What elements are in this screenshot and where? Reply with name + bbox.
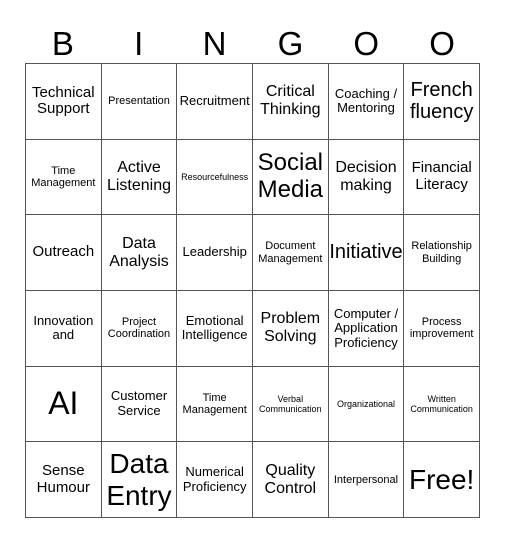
- header-letter: O: [429, 25, 455, 62]
- bingo-cell[interactable]: Coaching / Mentoring: [328, 64, 405, 140]
- bingo-cell[interactable]: Verbal Communication: [252, 366, 329, 443]
- bingo-cell[interactable]: Resourcefulness: [177, 139, 253, 216]
- header-letter: N: [202, 25, 227, 62]
- bingo-cell[interactable]: Time Management: [177, 366, 253, 443]
- header-letter: O: [353, 25, 380, 62]
- bingo-grid: Technical Support Presentation Recruitment…: [25, 63, 480, 518]
- bingo-cell[interactable]: Free!: [404, 442, 480, 518]
- bingo-cell[interactable]: Organizational: [328, 366, 405, 443]
- bingo-cell[interactable]: Recruitment: [177, 64, 253, 140]
- bingo-cell[interactable]: Problem Solving: [252, 290, 329, 367]
- bingo-cell[interactable]: Interpersonal: [328, 442, 405, 518]
- bingo-cell[interactable]: Initiative: [328, 215, 405, 291]
- bingo-cell[interactable]: AI: [26, 366, 102, 443]
- bingo-cell[interactable]: Document Management: [252, 215, 329, 291]
- bingo-cell[interactable]: French fluency: [404, 64, 480, 140]
- bingo-cell[interactable]: Critical Thinking: [252, 64, 329, 140]
- bingo-cell[interactable]: Social Media: [252, 139, 329, 216]
- bingo-cell[interactable]: Project Coordination: [101, 290, 178, 367]
- bingo-cell[interactable]: Numerical Proficiency: [177, 442, 253, 518]
- bingo-cell[interactable]: Written Communication: [404, 366, 480, 443]
- bingo-cell[interactable]: Financial Literacy: [404, 139, 480, 216]
- bingo-cell[interactable]: Decision making: [328, 139, 405, 216]
- bingo-cell[interactable]: Active Listening: [101, 139, 178, 216]
- bingo-cell[interactable]: Data Analysis: [101, 215, 178, 291]
- header-letter: I: [134, 25, 144, 62]
- bingo-cell[interactable]: Outreach: [26, 215, 102, 291]
- bingo-cell[interactable]: Sense Humour: [26, 442, 102, 518]
- bingo-cell[interactable]: Innovation and: [26, 290, 102, 367]
- bingo-cell[interactable]: Data Entry: [101, 442, 178, 518]
- bingo-cell[interactable]: Quality Control: [252, 442, 329, 518]
- bingo-cell[interactable]: Presentation: [101, 64, 178, 140]
- bingo-cell[interactable]: Technical Support: [26, 64, 102, 140]
- header-letter: B: [51, 25, 74, 62]
- bingo-cell[interactable]: Customer Service: [101, 366, 178, 443]
- bingo-header: B I N G O O: [25, 22, 480, 66]
- bingo-cell[interactable]: Time Management: [26, 139, 102, 216]
- bingo-cell[interactable]: Process improvement: [404, 290, 480, 367]
- bingo-cell[interactable]: Relationship Building: [404, 215, 480, 291]
- bingo-cell[interactable]: Leadership: [177, 215, 253, 291]
- header-letter: G: [277, 25, 304, 62]
- bingo-cell[interactable]: Computer / Application Proficiency: [328, 290, 405, 367]
- bingo-cell[interactable]: Emotional Intelligence: [177, 290, 253, 367]
